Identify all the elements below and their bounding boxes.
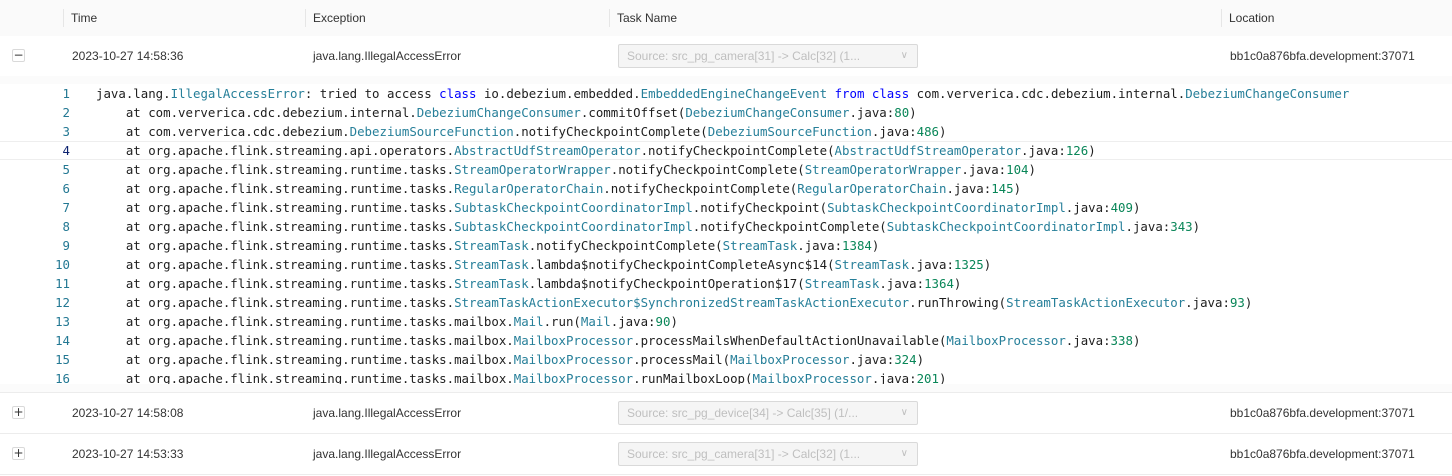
code-text: at org.apache.flink.streaming.runtime.ta… [96, 314, 678, 329]
table-header: Time Exception Task Name Location [0, 0, 1452, 37]
code-text: at org.apache.flink.streaming.runtime.ta… [96, 276, 962, 291]
line-number: 12 [55, 295, 70, 310]
code-line: 5 at org.apache.flink.streaming.runtime.… [0, 160, 1452, 179]
line-number: 14 [55, 333, 70, 348]
code-line: 11 at org.apache.flink.streaming.runtime… [0, 274, 1452, 293]
collapse-row-button[interactable]: − [12, 49, 25, 62]
line-number: 13 [55, 314, 70, 329]
code-text: at org.apache.flink.streaming.runtime.ta… [96, 162, 1036, 177]
code-text: at org.apache.flink.streaming.runtime.ta… [96, 333, 1141, 348]
code-text: at com.ververica.cdc.debezium.DebeziumSo… [96, 124, 947, 139]
code-line: 3 at com.ververica.cdc.debezium.Debezium… [0, 122, 1452, 141]
chevron-down-icon: ∨ [900, 448, 908, 459]
task-name-select-value: Source: src_pg_device[34] -> Calc[35] (1… [627, 406, 859, 420]
location-cell: bb1c0a876bfa.development:37071 [1230, 49, 1415, 63]
code-line: 14 at org.apache.flink.streaming.runtime… [0, 331, 1452, 350]
task-name-select[interactable]: Source: src_pg_camera[31] -> Calc[32] (1… [618, 442, 918, 466]
header-label: Exception [313, 11, 366, 25]
code-text: at org.apache.flink.streaming.runtime.ta… [96, 371, 947, 384]
column-header-task-name: Task Name [609, 0, 1221, 36]
minus-icon: − [13, 48, 24, 62]
column-header-location: Location [1221, 0, 1452, 36]
line-number: 4 [62, 143, 70, 158]
line-number: 10 [55, 257, 70, 272]
line-number: 6 [62, 181, 70, 196]
code-text: at org.apache.flink.streaming.runtime.ta… [96, 257, 992, 272]
code-text: java.lang.IllegalAccessError: tried to a… [96, 86, 1350, 101]
column-header-exception: Exception [305, 0, 609, 36]
line-number: 11 [55, 276, 70, 291]
task-name-select-value: Source: src_pg_camera[31] -> Calc[32] (1… [627, 49, 861, 63]
code-line: 8 at org.apache.flink.streaming.runtime.… [0, 217, 1452, 236]
code-line: 15 at org.apache.flink.streaming.runtime… [0, 350, 1452, 369]
code-line: 9 at org.apache.flink.streaming.runtime.… [0, 236, 1452, 255]
header-label: Location [1229, 11, 1275, 25]
task-name-select[interactable]: Source: src_pg_device[34] -> Calc[35] (1… [618, 401, 918, 425]
line-number: 2 [62, 105, 70, 120]
location-cell: bb1c0a876bfa.development:37071 [1230, 406, 1415, 420]
time-cell: 2023-10-27 14:58:08 [72, 406, 184, 420]
location-cell: bb1c0a876bfa.development:37071 [1230, 447, 1415, 461]
table-row: − 2023-10-27 14:58:36 java.lang.IllegalA… [0, 36, 1452, 77]
code-text: at org.apache.flink.streaming.runtime.ta… [96, 295, 1253, 310]
code-line: 7 at org.apache.flink.streaming.runtime.… [0, 198, 1452, 217]
time-cell: 2023-10-27 14:53:33 [72, 447, 184, 461]
expand-row-button[interactable]: + [12, 447, 25, 460]
plus-icon: + [13, 405, 24, 419]
code-line: 6 at org.apache.flink.streaming.runtime.… [0, 179, 1452, 198]
code-line: 12 at org.apache.flink.streaming.runtime… [0, 293, 1452, 312]
task-name-select[interactable]: Source: src_pg_camera[31] -> Calc[32] (1… [618, 44, 918, 68]
code-text: at org.apache.flink.streaming.api.operat… [96, 143, 1096, 158]
line-number: 9 [62, 238, 70, 253]
chevron-down-icon: ∨ [900, 407, 908, 418]
stacktrace-editor[interactable]: 1 java.lang.IllegalAccessError: tried to … [0, 84, 1452, 384]
code-line: 1 java.lang.IllegalAccessError: tried to … [0, 84, 1452, 103]
chevron-down-icon: ∨ [900, 50, 908, 61]
exception-cell: java.lang.IllegalAccessError [313, 447, 462, 461]
line-number: 5 [62, 162, 70, 177]
code-line: 10 at org.apache.flink.streaming.runtime… [0, 255, 1452, 274]
column-header-time: Time [63, 0, 305, 36]
code-line: 4 at org.apache.flink.streaming.api.oper… [0, 141, 1452, 160]
line-number: 3 [62, 124, 70, 139]
code-text: at org.apache.flink.streaming.runtime.ta… [96, 181, 1022, 196]
code-text: at org.apache.flink.streaming.runtime.ta… [96, 200, 1141, 215]
task-name-select-value: Source: src_pg_camera[31] -> Calc[32] (1… [627, 447, 861, 461]
code-line: 13 at org.apache.flink.streaming.runtime… [0, 312, 1452, 331]
line-number: 8 [62, 219, 70, 234]
plus-icon: + [13, 446, 24, 460]
header-label: Task Name [617, 11, 678, 25]
code-text: at com.ververica.cdc.debezium.internal.D… [96, 105, 917, 120]
line-number: 1 [62, 86, 70, 101]
header-label: Time [71, 11, 98, 25]
expand-row-button[interactable]: + [12, 406, 25, 419]
exception-cell: java.lang.IllegalAccessError [313, 406, 462, 420]
time-cell: 2023-10-27 14:58:36 [72, 49, 184, 63]
line-number: 16 [55, 371, 70, 384]
code-line: 2 at com.ververica.cdc.debezium.internal… [0, 103, 1452, 122]
line-number: 7 [62, 200, 70, 215]
expanded-row-panel: 1 java.lang.IllegalAccessError: tried to … [0, 76, 1452, 393]
code-line: 16 at org.apache.flink.streaming.runtime… [0, 369, 1452, 384]
table-row: + 2023-10-27 14:58:08 java.lang.IllegalA… [0, 393, 1452, 434]
table-row: + 2023-10-27 14:53:33 java.lang.IllegalA… [0, 434, 1452, 475]
code-text: at org.apache.flink.streaming.runtime.ta… [96, 352, 925, 367]
exception-cell: java.lang.IllegalAccessError [313, 49, 462, 63]
line-number: 15 [55, 352, 70, 367]
code-text: at org.apache.flink.streaming.runtime.ta… [96, 238, 880, 253]
code-text: at org.apache.flink.streaming.runtime.ta… [96, 219, 1201, 234]
